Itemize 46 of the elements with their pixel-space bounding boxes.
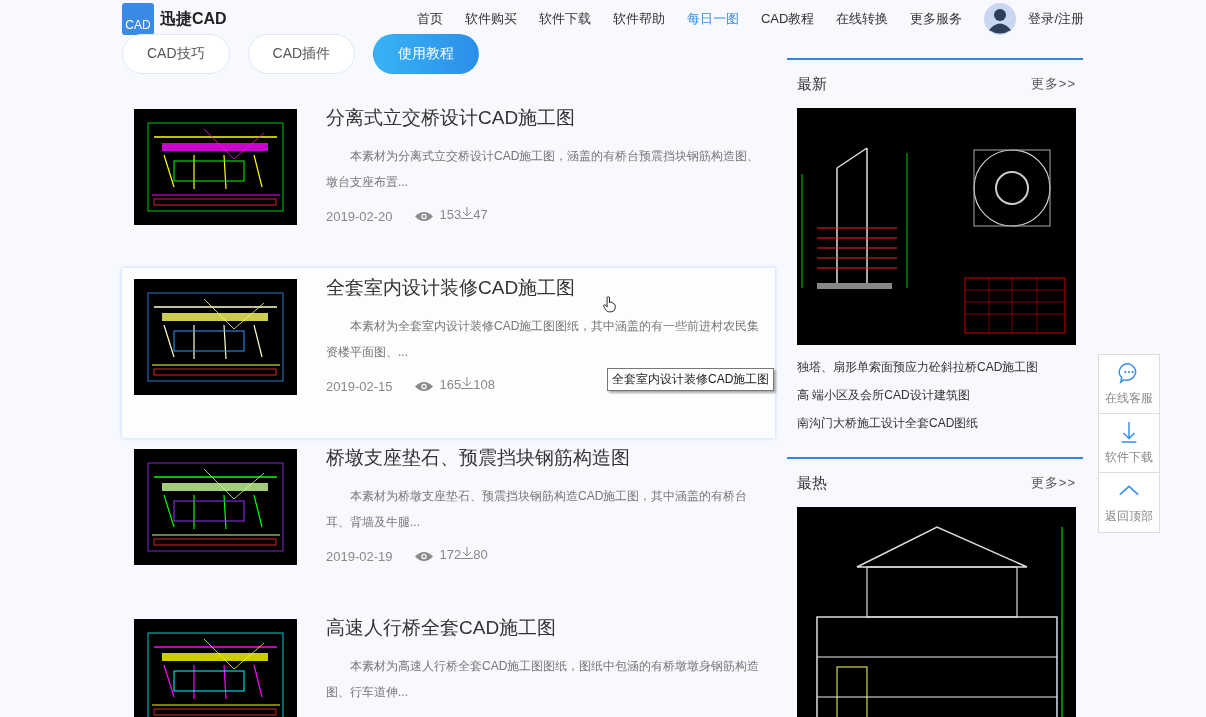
category-tab[interactable]: CAD技巧 [122,34,230,74]
download-icon [461,546,474,559]
publish-date: 2019-02-19 [326,549,393,564]
publish-date: 2019-02-15 [326,379,393,394]
article-card[interactable]: 全套室内设计装修CAD施工图 本素材为全套室内设计装修CAD施工图图纸，其中涵盖的有一些前进村农民集资楼平面图、... 2019-02-15 165 108 全套室内设计装修CAD施工图 [122,268,775,438]
download-count: 108 [473,377,495,392]
nav-link[interactable]: 软件帮助 [612,10,665,28]
view-count: 165 [439,377,462,392]
section-title: 最新 [797,74,827,94]
download-count: 47 [473,207,488,222]
download-icon [461,206,474,219]
eye-icon [414,211,433,222]
publish-date: 2019-02-20 [326,209,393,224]
download-icon [461,376,474,389]
tooltip: 全套室内设计装修CAD施工图 [607,368,775,391]
category-tab[interactable]: CAD插件 [247,34,356,74]
article-summary: 本素材为全套室内设计装修CAD施工图图纸，其中涵盖的有一些前进村农民集资楼平面图、... [326,318,761,361]
nav-link[interactable]: 软件购买 [464,10,517,28]
article-link[interactable]: 高 端小区及会所CAD设计建筑图 [797,381,1076,409]
download-count: 80 [473,547,488,562]
more-link[interactable]: 更多>> [1030,474,1076,492]
nav-link[interactable]: 更多服务 [910,10,963,28]
article-title[interactable]: 全套室内设计装修CAD施工图 [326,275,763,301]
article-summary: 本素材为分离式立交桥设计CAD施工图，涵盖的有桥台预震挡块钢筋构造图、墩台支座布置... [326,148,761,191]
avatar-icon[interactable] [984,3,1017,35]
article-link[interactable]: 独塔、扇形单索面预应力砼斜拉桥CAD施工图 [797,353,1076,381]
article-link[interactable]: 南沟门大桥施工设计全套CAD图纸 [797,409,1076,437]
article-summary: 本素材为高速人行桥全套CAD施工图图纸，图纸中包涵的有桥墩墩身钢筋构造图、行车道伸... [326,658,761,701]
view-count: 153 [439,207,462,222]
more-link[interactable]: 更多>> [1030,75,1076,93]
hand-cursor-icon [603,296,616,313]
login-link[interactable]: 登录/注册 [1028,10,1084,28]
view-count: 172 [439,547,462,562]
article-title[interactable]: 高速人行桥全套CAD施工图 [326,615,763,641]
logo-icon[interactable]: CAD [122,3,154,35]
section-title: 最热 [797,473,827,493]
nav-link[interactable]: 在线转换 [836,10,889,28]
nav-link[interactable]: 软件下载 [538,10,591,28]
article-summary: 本素材为桥墩支座垫石、预震挡块钢筋构造CAD施工图，其中涵盖的有桥台耳、背墙及牛腿... [326,488,749,531]
article-title[interactable]: 桥墩支座垫石、预震挡块钢筋构造图 [326,445,763,471]
nav-link[interactable]: 首页 [416,10,443,28]
eye-icon [414,381,433,392]
eye-icon [414,551,433,562]
logo-text[interactable]: 迅捷CAD [160,8,227,30]
nav-link[interactable]: CAD教程 [760,10,815,28]
article-title[interactable]: 分离式立交桥设计CAD施工图 [326,105,763,131]
